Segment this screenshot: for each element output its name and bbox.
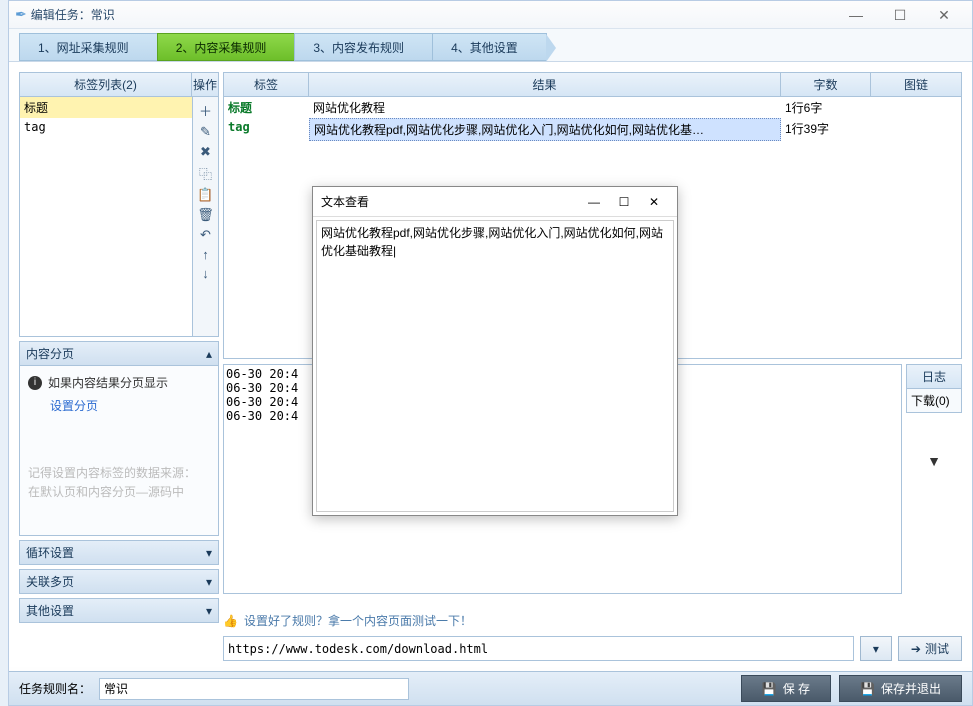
url-dropdown-button[interactable]: ▾ bbox=[860, 636, 892, 661]
tab-url-rules[interactable]: 1、网址采集规则 bbox=[19, 33, 158, 61]
test-hint: 设置好了规则？拿一个内容页面测试一下！ bbox=[244, 612, 472, 629]
dialog-titlebar: 文本查看 — ☐ ✕ bbox=[313, 187, 677, 217]
tab-other-settings[interactable]: 4、其他设置 bbox=[432, 33, 547, 61]
set-paging-link[interactable]: 设置分页 bbox=[28, 397, 210, 414]
move-down-icon[interactable]: ↓ bbox=[202, 266, 209, 281]
info-icon: i bbox=[28, 376, 42, 390]
grid-row[interactable]: 标题 网站优化教程 1行6字 bbox=[224, 97, 961, 118]
edit-icon[interactable]: ✎ bbox=[200, 124, 211, 140]
tag-list-title: 标签列表(2) bbox=[20, 73, 192, 96]
paging-tip: i如果内容结果分页显示 bbox=[28, 374, 210, 391]
tab-publish-rules[interactable]: 3、内容发布规则 bbox=[294, 33, 433, 61]
grid-row[interactable]: tag 网站优化教程pdf,网站优化步骤,网站优化入门,网站优化如何,网站优化基… bbox=[224, 118, 961, 141]
chevron-up-icon: ▴ bbox=[206, 347, 212, 361]
chevron-down-icon: ▾ bbox=[206, 604, 212, 618]
text-viewer-dialog: 文本查看 — ☐ ✕ 网站优化教程pdf,网站优化步骤,网站优化入门,网站优化如… bbox=[312, 186, 678, 516]
dialog-close-button[interactable]: ✕ bbox=[639, 195, 669, 209]
tag-list-header: 标签列表(2) 操作 bbox=[19, 72, 219, 97]
save-exit-button[interactable]: 💾保存并退出 bbox=[839, 675, 962, 702]
task-edit-window: ✒ 编辑任务：常识 — ☐ ✕ 1、网址采集规则 2、内容采集规则 3、内容发布… bbox=[8, 0, 973, 706]
task-name-label: 任务规则名： bbox=[19, 680, 91, 697]
trash-icon[interactable]: 🗑 bbox=[197, 207, 214, 223]
tag-list-body: 标题 tag ＋ ✎ ✖ ⿻ 📋 🗑 ↶ ↑ ↓ bbox=[19, 97, 219, 337]
dropdown-icon[interactable]: ▼ bbox=[906, 413, 962, 469]
paging-body: i如果内容结果分页显示 设置分页 记得设置内容标签的数据来源： 在默认页和内容分… bbox=[19, 366, 219, 536]
step-tabs: 1、网址采集规则 2、内容采集规则 3、内容发布规则 4、其他设置 bbox=[9, 29, 972, 61]
section-content-paging[interactable]: 内容分页▴ bbox=[19, 341, 219, 366]
result-grid-header: 标签 结果 字数 图链 bbox=[223, 72, 962, 97]
save-button[interactable]: 💾保 存 bbox=[741, 675, 831, 702]
dialog-minimize-button[interactable]: — bbox=[579, 195, 609, 209]
maximize-button[interactable]: ☐ bbox=[878, 4, 922, 26]
log-side: 日志 下载(0) ▼ bbox=[906, 364, 962, 469]
undo-icon[interactable]: ↶ bbox=[200, 227, 211, 243]
paste-icon[interactable]: 📋 bbox=[197, 187, 213, 203]
hint-text: 记得设置内容标签的数据来源： 在默认页和内容分页—源码中 bbox=[28, 464, 210, 502]
section-multipage[interactable]: 关联多页▾ bbox=[19, 569, 219, 594]
test-button[interactable]: ➔测试 bbox=[898, 636, 962, 661]
dialog-maximize-button[interactable]: ☐ bbox=[609, 195, 639, 209]
col-count: 字数 bbox=[781, 73, 871, 96]
copy-icon[interactable]: ⿻ bbox=[199, 164, 212, 183]
app-icon: ✒ bbox=[15, 6, 27, 23]
tag-ops-title: 操作 bbox=[192, 73, 218, 96]
save-icon: 💾 bbox=[762, 682, 777, 696]
tag-item-title[interactable]: 标题 bbox=[20, 97, 192, 118]
minimize-button[interactable]: — bbox=[834, 4, 878, 26]
delete-icon[interactable]: ✖ bbox=[200, 144, 211, 160]
add-icon[interactable]: ＋ bbox=[199, 101, 212, 120]
tag-list[interactable]: 标题 tag bbox=[20, 97, 192, 336]
test-hint-row: 👍 设置好了规则？拿一个内容页面测试一下！ bbox=[223, 612, 962, 629]
tab-content-rules[interactable]: 2、内容采集规则 bbox=[157, 33, 296, 61]
window-title: 编辑任务：常识 bbox=[31, 6, 834, 23]
test-url-input[interactable] bbox=[223, 636, 854, 661]
chevron-down-icon: ▾ bbox=[206, 546, 212, 560]
arrow-right-icon: ➔ bbox=[911, 642, 921, 656]
close-button[interactable]: ✕ bbox=[922, 4, 966, 26]
move-up-icon[interactable]: ↑ bbox=[202, 247, 209, 262]
task-name-input[interactable] bbox=[99, 678, 409, 700]
dialog-textarea[interactable]: 网站优化教程pdf,网站优化步骤,网站优化入门,网站优化如何,网站优化基础教程 bbox=[316, 220, 674, 512]
test-url-row: ▾ ➔测试 bbox=[223, 636, 962, 661]
bottom-bar: 任务规则名： 💾保 存 💾保存并退出 bbox=[9, 671, 972, 705]
left-panel: 标签列表(2) 操作 标题 tag ＋ ✎ ✖ ⿻ 📋 🗑 ↶ ↑ ↓ bbox=[19, 72, 219, 661]
col-result: 结果 bbox=[309, 73, 781, 96]
dialog-title: 文本查看 bbox=[321, 193, 579, 210]
col-tag: 标签 bbox=[224, 73, 309, 96]
thumb-up-icon: 👍 bbox=[223, 614, 238, 628]
chevron-down-icon: ▾ bbox=[206, 575, 212, 589]
download-count[interactable]: 下载(0) bbox=[906, 389, 962, 413]
titlebar: ✒ 编辑任务：常识 — ☐ ✕ bbox=[9, 1, 972, 29]
tag-ops-toolbar: ＋ ✎ ✖ ⿻ 📋 🗑 ↶ ↑ ↓ bbox=[192, 97, 218, 336]
save-icon: 💾 bbox=[860, 682, 875, 696]
section-other[interactable]: 其他设置▾ bbox=[19, 598, 219, 623]
col-img: 图链 bbox=[871, 73, 961, 96]
section-loop[interactable]: 循环设置▾ bbox=[19, 540, 219, 565]
log-header[interactable]: 日志 bbox=[906, 364, 962, 389]
tag-item-tag[interactable]: tag bbox=[20, 118, 192, 136]
